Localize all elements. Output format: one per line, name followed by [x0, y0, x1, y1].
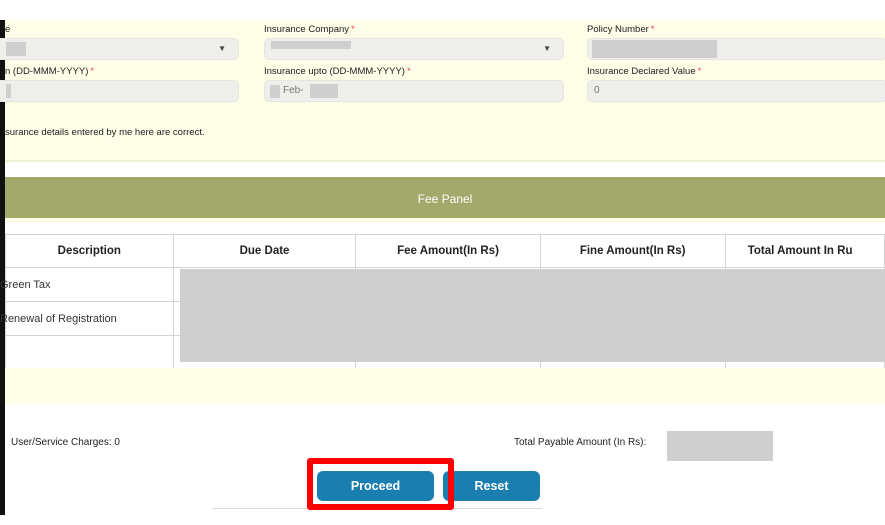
table-header-row: Description Due Date Fee Amount(In Rs) F…: [5, 234, 885, 268]
row-description: Renewal of Registration: [0, 301, 174, 336]
required-mark: *: [351, 24, 355, 35]
reset-button[interactable]: Reset: [443, 471, 540, 501]
col-fine-amount: Fine Amount(In Rs): [539, 234, 726, 268]
insurance-upto-input[interactable]: Feb-: [264, 80, 564, 102]
policy-number-input[interactable]: [587, 38, 885, 60]
label-text: Insurance upto (DD-MMM-YYYY): [264, 66, 405, 77]
row-description: Green Tax: [0, 267, 174, 302]
bottom-strip: [0, 515, 885, 525]
required-mark: *: [406, 66, 411, 77]
label-declared-value: Insurance Declared Value *: [587, 66, 701, 77]
redacted: [310, 84, 338, 98]
date-value: Feb-: [283, 85, 304, 96]
col-total-amount: Total Amount In Ru: [724, 234, 885, 268]
required-mark: *: [650, 24, 655, 35]
label-insurance-upto: Insurance upto (DD-MMM-YYYY) *: [264, 66, 411, 77]
redacted: [6, 42, 26, 56]
redacted: [6, 84, 11, 98]
chevron-down-icon: ▼: [543, 44, 551, 53]
total-payable-value-redacted: [667, 431, 773, 461]
user-service-charges: User/Service Charges: 0: [11, 437, 120, 448]
declared-value: 0: [594, 85, 600, 96]
label-col1-top: e: [5, 24, 10, 35]
declaration-text: surance details entered by me here are c…: [5, 127, 205, 138]
col-fee-amount: Fee Amount(In Rs): [355, 234, 541, 268]
label-insurance-company: Insurance Company *: [264, 24, 355, 35]
label-text: Insurance Company: [264, 24, 350, 35]
redacted: [592, 40, 717, 58]
col-due-date: Due Date: [172, 234, 357, 268]
redacted: [270, 85, 280, 98]
col-description: Description: [5, 234, 174, 268]
fee-panel-header: Fee Panel: [5, 177, 885, 222]
col1-select[interactable]: ▼: [0, 38, 239, 60]
declared-value-input[interactable]: 0: [587, 80, 885, 102]
label-text: Insurance Declared Value: [587, 66, 696, 77]
chevron-down-icon: ▼: [218, 44, 226, 53]
redacted: [271, 41, 351, 49]
total-payable-label: Total Payable Amount (In Rs):: [514, 437, 647, 448]
fee-panel-footer: [5, 368, 885, 404]
required-mark: *: [697, 66, 702, 77]
label-policy-number: Policy Number *: [587, 24, 654, 35]
label-text: n (DD-MMM-YYYY): [5, 66, 89, 77]
label-col1-bottom: n (DD-MMM-YYYY) *: [5, 66, 94, 77]
required-mark: *: [90, 66, 95, 77]
redacted-amounts: [180, 269, 885, 362]
insurance-company-select[interactable]: ▼: [264, 38, 564, 60]
insurance-form: e ▼ Insurance Company * ▼ Policy Number * …: [0, 20, 885, 162]
highlight-box: [307, 458, 454, 510]
col1-date-input[interactable]: [0, 80, 239, 102]
label-text: e: [5, 24, 11, 35]
label-text: Policy Number: [587, 24, 649, 35]
